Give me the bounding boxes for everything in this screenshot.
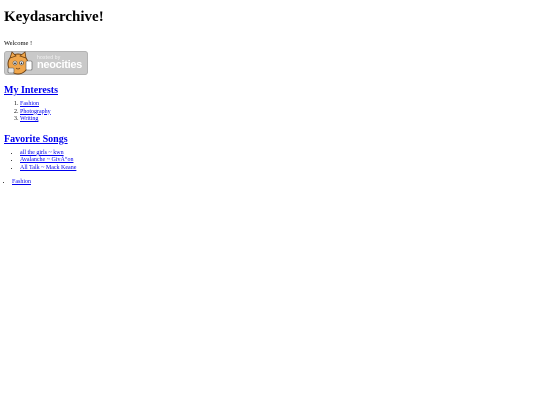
list-item: Fashion: [20, 101, 537, 109]
song-link-all-talk[interactable]: All Talk ~ Mack Keane: [20, 165, 76, 171]
interest-link-writing[interactable]: Writing: [20, 116, 38, 122]
song-link-avalanche[interactable]: Avalanche ~ GivÃ“on: [20, 157, 73, 163]
songs-list: all the girls ~ kwn Avalanche ~ GivÃ“on …: [3, 150, 537, 173]
interests-heading: My Interests: [4, 85, 537, 97]
page: Keydasarchive! Welcome ! hosted by neoci…: [0, 9, 540, 186]
extra-links-list: Fashion: [3, 179, 537, 187]
songs-heading: Favorite Songs: [4, 134, 537, 146]
badge-brand-label: neocities: [37, 59, 82, 71]
list-item: Writing: [20, 116, 537, 124]
song-link-all-the-girls[interactable]: all the girls ~ kwn: [20, 150, 64, 156]
page-title: Keydasarchive!: [4, 9, 104, 25]
interest-link-fashion[interactable]: Fashion: [20, 101, 39, 107]
list-item: All Talk ~ Mack Keane: [20, 165, 537, 173]
extra-link-fashion[interactable]: Fashion: [12, 179, 31, 185]
list-item: Fashion: [12, 179, 537, 187]
interests-heading-link[interactable]: My Interests: [4, 85, 58, 96]
welcome-text: Welcome !: [4, 40, 33, 47]
list-item: Avalanche ~ GivÃ“on: [20, 157, 537, 165]
interests-list: Fashion Photography Writing: [3, 101, 537, 124]
list-item: all the girls ~ kwn: [20, 150, 537, 158]
list-item: Photography: [20, 109, 537, 117]
hosted-by-neocities-badge[interactable]: hosted by neocities: [4, 51, 88, 75]
neocities-cat-logo-icon: [7, 51, 33, 75]
songs-heading-link[interactable]: Favorite Songs: [4, 134, 68, 145]
interest-link-photography[interactable]: Photography: [20, 109, 51, 115]
